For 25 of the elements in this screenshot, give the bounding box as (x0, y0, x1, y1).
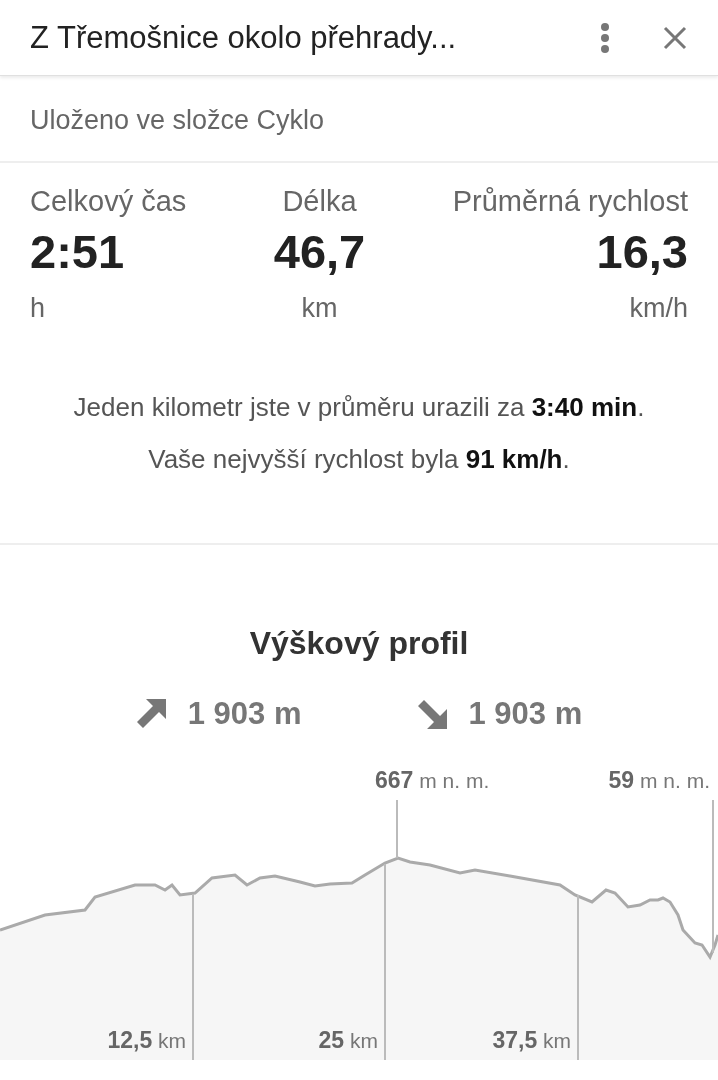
stat-label: Celkový čas (30, 185, 187, 218)
route-title: Z Třemošnice okolo přehrady... (30, 19, 458, 56)
descent-value: 1 903 m (468, 696, 583, 732)
summary-text: Jeden kilometr jste v průměru urazili za 3:40 min. (73, 391, 645, 424)
distance-label: 12,5 km (107, 1027, 186, 1054)
ascent-value: 1 903 m (187, 696, 302, 732)
stat-label: Průměrná rychlost (452, 185, 688, 218)
stat-label: Délka (282, 185, 357, 218)
arrow-down-right-icon (416, 699, 447, 729)
stat-value: 46,7 (273, 224, 366, 279)
stat-unit: km (301, 293, 338, 324)
stat-unit: km/h (629, 293, 688, 324)
stat-value: 16,3 (596, 224, 688, 279)
summary-text: Vaše nejvyšší rychlost byla 91 km/h. (148, 443, 570, 476)
folder-label: Uloženo ve složce Cyklo (30, 105, 325, 135)
menu-icon (600, 21, 610, 54)
elevation-marker-label: 59 m n. m. (608, 767, 710, 794)
distance-label: 25 km (318, 1027, 378, 1054)
elevation-marker-label: 667 m n. m. (375, 767, 490, 794)
stat-value: 2:51 (30, 224, 125, 279)
arrow-up-right-icon (135, 699, 166, 729)
stat-unit: h (30, 293, 46, 324)
section-title: Výškový profil (248, 624, 470, 662)
close-icon (663, 25, 687, 50)
distance-label: 37,5 km (492, 1027, 571, 1054)
